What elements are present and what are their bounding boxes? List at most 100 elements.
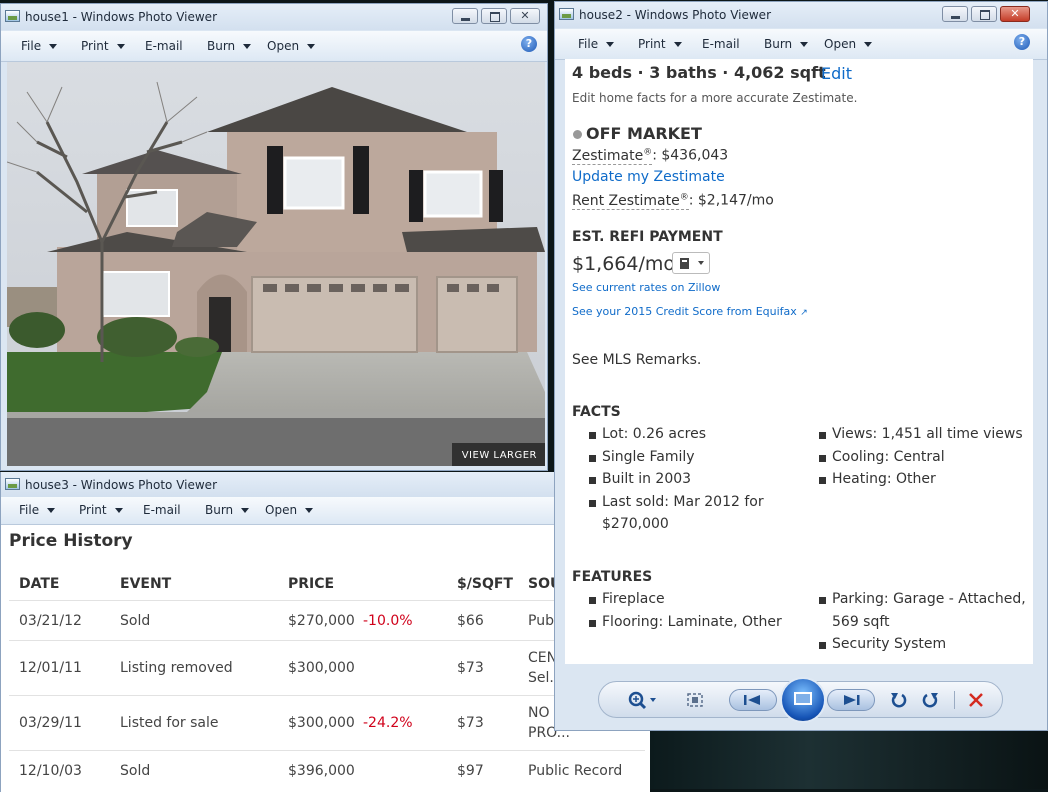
rent-zestimate-label[interactable]: Rent Zestimate® [572, 192, 689, 210]
file-menu[interactable]: File [21, 39, 58, 53]
bullet-icon [589, 500, 596, 507]
fact-item: Built in 2003 [602, 471, 692, 487]
zestimate-label[interactable]: Zestimate® [572, 147, 653, 165]
close-button[interactable]: ✕ [1000, 6, 1030, 22]
chevron-down-icon [241, 508, 250, 513]
status-dot-icon [573, 130, 582, 139]
external-link-icon: ↗ [800, 308, 808, 318]
burn-menu[interactable]: Burn [764, 37, 809, 51]
calculator-dropdown[interactable] [672, 252, 710, 274]
table-row: 03/29/11 Listed for sale $300,000 -24.2%… [9, 696, 645, 751]
bullet-icon [589, 597, 596, 604]
file-menu[interactable]: File [19, 503, 56, 517]
chevron-down-icon [116, 44, 125, 49]
help-icon[interactable]: ? [521, 36, 537, 52]
chevron-down-icon [800, 42, 809, 47]
calculator-icon [680, 258, 689, 269]
home-summary: 4 beds · 3 baths · 4,062 sqft [572, 63, 826, 82]
refi-value: $1,664/mo [572, 253, 676, 275]
bullet-icon [819, 477, 826, 484]
help-icon[interactable]: ? [1014, 34, 1030, 50]
col-date: DATE [19, 576, 60, 592]
fact-item: Views: 1,451 all time views [832, 426, 1023, 442]
house-photo[interactable]: VIEW LARGER [7, 62, 545, 466]
email-menu[interactable]: E-mail [145, 39, 183, 53]
col-price: PRICE [288, 576, 335, 592]
features-title: FEATURES [572, 569, 653, 585]
email-menu[interactable]: E-mail [702, 37, 740, 51]
open-menu[interactable]: Open [824, 37, 873, 51]
actual-size-icon[interactable] [685, 688, 705, 712]
desktop-background [650, 731, 1048, 789]
rent-zestimate: Rent Zestimate®: $2,147/mo [572, 192, 774, 210]
fact-item: Single Family [602, 449, 695, 465]
maximize-button[interactable] [971, 6, 997, 22]
open-menu[interactable]: Open [267, 39, 316, 53]
table-row: 12/01/11 Listing removed $300,000 $73 CE… [9, 641, 645, 696]
email-menu[interactable]: E-mail [143, 503, 181, 517]
print-menu[interactable]: Print [638, 37, 682, 51]
previous-icon [744, 695, 760, 705]
zoom-icon[interactable] [625, 688, 659, 712]
previous-button[interactable] [729, 689, 777, 711]
house2-titlebar[interactable]: house2 - Windows Photo Viewer ✕ [555, 2, 1047, 28]
credit-score-link[interactable]: See your 2015 Credit Score from Equifax … [572, 305, 808, 318]
file-menu[interactable]: File [578, 37, 615, 51]
maximize-button[interactable] [481, 8, 507, 24]
minimize-button[interactable] [942, 6, 968, 22]
chevron-down-icon [47, 508, 56, 513]
update-zestimate-link[interactable]: Update my Zestimate [572, 169, 725, 185]
house3-window: house3 - Windows Photo Viewer File Print… [0, 472, 650, 792]
burn-menu[interactable]: Burn [207, 39, 252, 53]
rotate-clockwise-icon[interactable] [921, 688, 941, 712]
photo-viewer-icon [5, 10, 20, 22]
bullet-icon [589, 455, 596, 462]
fact-item: Lot: 0.26 acres [602, 426, 707, 442]
fact-item: Heating: Other [832, 471, 936, 487]
next-button[interactable] [827, 689, 875, 711]
edit-link[interactable]: Edit [821, 64, 852, 83]
house2-window: house2 - Windows Photo Viewer ✕ File Pri… [554, 1, 1048, 731]
fact-item: Last sold: Mar 2012 for [602, 494, 764, 510]
house3-titlebar[interactable]: house3 - Windows Photo Viewer [1, 472, 650, 497]
fact-item-cont: $270,000 [602, 516, 669, 532]
refi-title: EST. REFI PAYMENT [572, 229, 723, 245]
bullet-icon [589, 620, 596, 627]
close-button[interactable]: ✕ [510, 8, 540, 24]
chevron-down-icon [698, 261, 704, 265]
window-title: house3 - Windows Photo Viewer [25, 478, 217, 492]
chevron-down-icon [49, 44, 58, 49]
feature-item: Security System [832, 636, 947, 652]
window-title: house1 - Windows Photo Viewer [25, 10, 217, 24]
print-menu[interactable]: Print [79, 503, 123, 517]
delete-icon[interactable] [966, 688, 986, 712]
burn-menu[interactable]: Burn [205, 503, 250, 517]
col-sqft: $/SQFT [457, 576, 513, 592]
slideshow-button[interactable] [780, 677, 826, 723]
current-rates-link[interactable]: See current rates on Zillow [572, 281, 720, 294]
bullet-icon [819, 432, 826, 439]
view-larger-button[interactable]: VIEW LARGER [451, 443, 545, 466]
photo-viewer-icon [559, 8, 574, 20]
bullet-icon [589, 432, 596, 439]
photo-viewer-icon [5, 478, 20, 490]
bullet-icon [819, 597, 826, 604]
rotate-counterclockwise-icon[interactable] [888, 688, 908, 712]
chevron-down-icon [673, 42, 682, 47]
bullet-icon [819, 455, 826, 462]
chevron-down-icon [114, 508, 123, 513]
print-menu[interactable]: Print [81, 39, 125, 53]
chevron-down-icon [864, 42, 873, 47]
house3-menubar: File Print E-mail Burn Open [1, 497, 650, 525]
feature-item: Flooring: Laminate, Other [602, 614, 782, 630]
viewer-toolbar [598, 677, 1003, 723]
price-history-title: Price History [9, 531, 133, 551]
minimize-button[interactable] [452, 8, 478, 24]
chevron-down-icon [606, 42, 615, 47]
house1-titlebar[interactable]: house1 - Windows Photo Viewer ✕ [1, 4, 547, 30]
feature-item: Parking: Garage - Attached, [832, 591, 1026, 607]
house1-window: house1 - Windows Photo Viewer ✕ File Pri… [0, 3, 548, 471]
table-row: 03/21/12 Sold $270,000 -10.0% $66 Pub [9, 601, 645, 641]
home-details-panel: 4 beds · 3 baths · 4,062 sqft Edit Edit … [565, 59, 1033, 664]
open-menu[interactable]: Open [265, 503, 314, 517]
